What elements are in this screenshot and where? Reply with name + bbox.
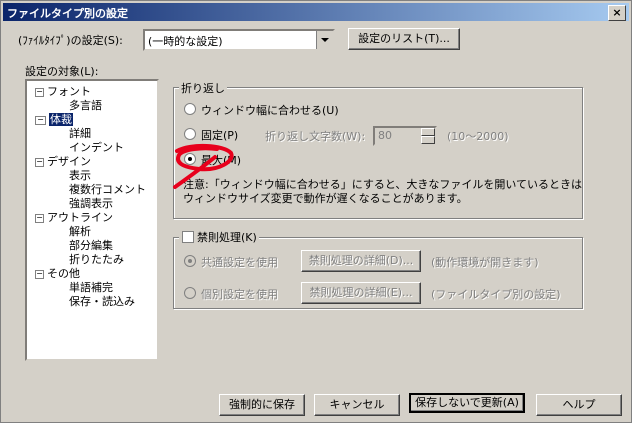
- radio-individual-setting[interactable]: [184, 287, 196, 299]
- radio-individual-setting-label[interactable]: 個別設定を使用: [201, 286, 278, 302]
- spinner[interactable]: [421, 128, 435, 144]
- collapse-icon[interactable]: −: [35, 115, 46, 125]
- wrap-chars-label: 折り返し文字数(W):: [265, 130, 366, 143]
- window-title: ファイルタイプ別の設定: [7, 7, 128, 20]
- radio-common-setting[interactable]: [184, 255, 196, 267]
- spin-down-icon[interactable]: [421, 136, 435, 144]
- cancel-button[interactable]: キャンセル: [314, 394, 400, 416]
- filetype-label: (ﾌｧｲﾙﾀｲﾌﾟ)の設定(S):: [18, 34, 123, 47]
- help-button[interactable]: ヘルプ: [536, 394, 622, 416]
- spin-up-icon[interactable]: [421, 128, 435, 136]
- filetype-selected-value: (一時的な設定): [148, 35, 223, 48]
- tree-label: 設定の対象(L):: [25, 65, 99, 78]
- wrap-chars-range: (10～2000): [447, 130, 509, 143]
- filetype-select[interactable]: (一時的な設定): [143, 29, 335, 51]
- settings-list-button[interactable]: 設定のリスト(T)...: [348, 28, 460, 50]
- radio-window-width[interactable]: [184, 103, 196, 115]
- kinsoku-common-detail-button[interactable]: 禁則処理の詳細(D)...: [301, 250, 421, 272]
- collapse-icon[interactable]: −: [35, 87, 44, 97]
- collapse-icon[interactable]: −: [35, 213, 44, 223]
- tree-item-save-load[interactable]: 保存・読込み: [69, 293, 135, 309]
- tree-item-multilang[interactable]: 多言語: [69, 97, 102, 113]
- kinsoku-individual-detail-button[interactable]: 禁則処理の詳細(E)...: [301, 282, 421, 304]
- wrap-chars-input[interactable]: 80: [373, 126, 437, 146]
- radio-common-setting-label[interactable]: 共通設定を使用: [201, 254, 278, 270]
- close-button[interactable]: ×: [608, 5, 626, 21]
- radio-window-width-label[interactable]: ウィンドウ幅に合わせる(U): [201, 102, 339, 118]
- collapse-icon[interactable]: −: [35, 157, 44, 167]
- update-without-save-button[interactable]: 保存しないで更新(A): [409, 393, 525, 413]
- kinsoku-common-note: (動作環境が開きます): [431, 256, 539, 269]
- chevron-down-icon[interactable]: [316, 31, 333, 49]
- kinsoku-checkbox[interactable]: [182, 231, 194, 243]
- title-bar[interactable]: ファイルタイプ別の設定 ×: [3, 3, 629, 21]
- settings-tree[interactable]: − フォント 多言語 − 体裁 詳細 インデント − デザイン 表示 複数行コメント …: [25, 79, 159, 361]
- wrap-group-label: 折り返し: [179, 80, 227, 96]
- annotation-circle-icon: [173, 144, 234, 189]
- kinsoku-individual-note: (ファイルタイプ別の設定): [431, 288, 561, 301]
- wrap-chars-value: 80: [378, 129, 392, 142]
- tree-item-layout[interactable]: − 体裁: [35, 111, 73, 127]
- settings-dialog: ファイルタイプ別の設定 × (ﾌｧｲﾙﾀｲﾌﾟ)の設定(S): (一時的な設定)…: [0, 0, 632, 423]
- force-save-button[interactable]: 強制的に保存: [219, 394, 305, 416]
- collapse-icon[interactable]: −: [35, 269, 44, 279]
